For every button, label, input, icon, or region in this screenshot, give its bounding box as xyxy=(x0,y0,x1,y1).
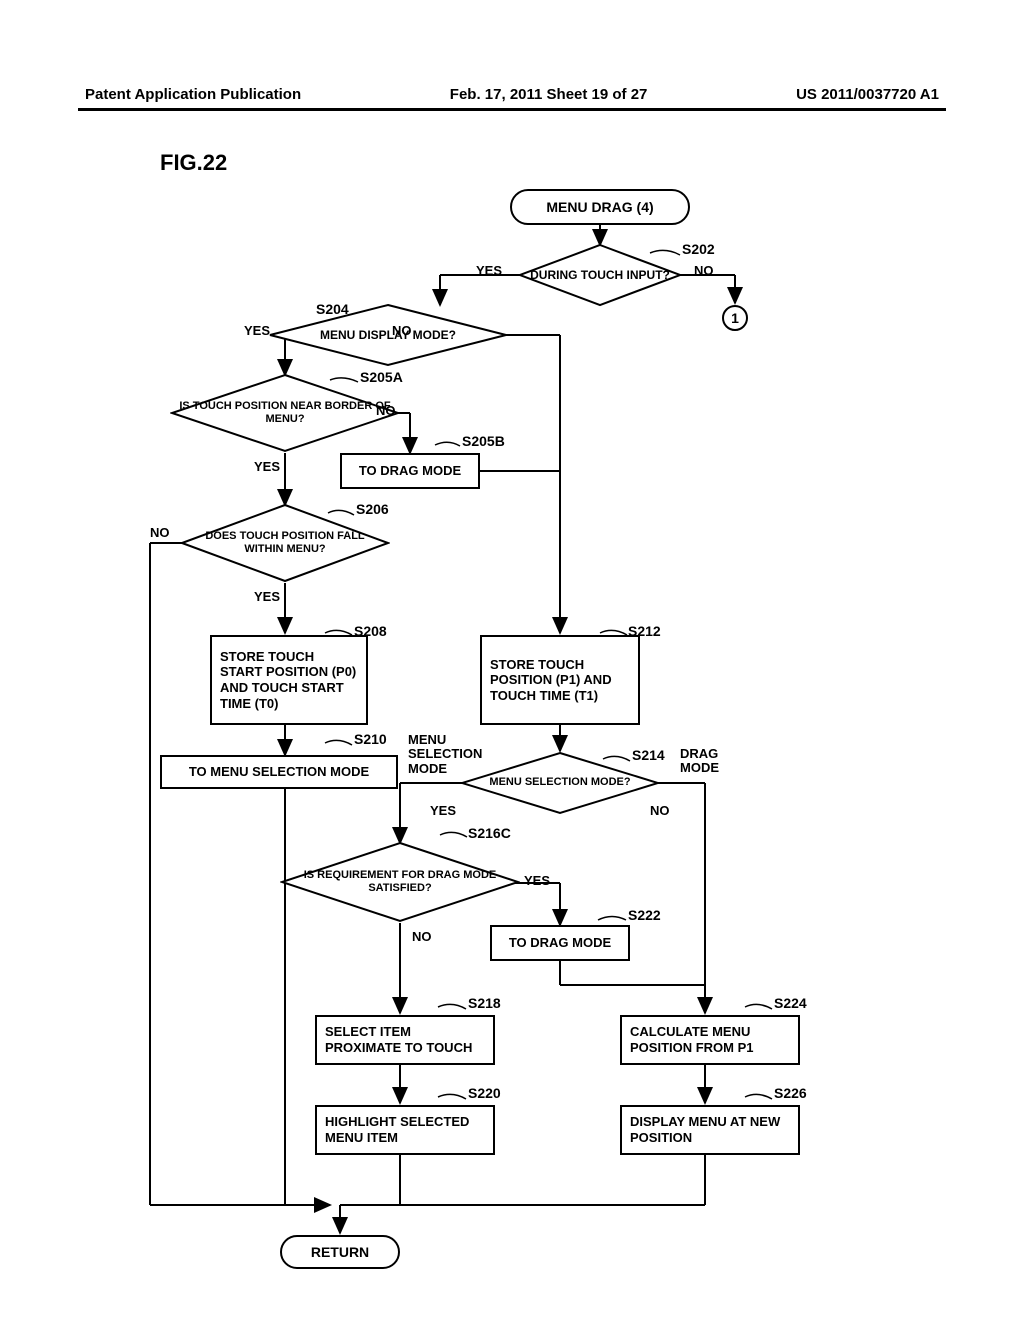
decision-s214-text: MENU SELECTION MODE? xyxy=(481,776,638,789)
step-label-s202: S202 xyxy=(682,241,715,257)
step-label-s226: S226 xyxy=(774,1085,807,1101)
label-yes: YES xyxy=(254,459,280,474)
branch-label-menu-selection: MENU SELECTION MODE xyxy=(408,733,488,776)
process-s208: STORE TOUCH START POSITION (P0) AND TOUC… xyxy=(210,635,368,725)
flowchart-diagram: MENU DRAG (4) DURING TOUCH INPUT? YES NO… xyxy=(140,185,890,1275)
process-s220: HIGHLIGHT SELECTED MENU ITEM xyxy=(315,1105,495,1155)
label-no: NO xyxy=(412,929,432,944)
label-yes: YES xyxy=(476,263,502,278)
step-label-s216c: S216C xyxy=(468,825,511,841)
process-s224: CALCULATE MENU POSITION FROM P1 xyxy=(620,1015,800,1065)
step-label-s205a: S205A xyxy=(360,369,403,385)
header-rule xyxy=(78,108,946,111)
header-left: Patent Application Publication xyxy=(85,86,301,103)
process-s218: SELECT ITEM PROXIMATE TO TOUCH xyxy=(315,1015,495,1065)
terminal-return: RETURN xyxy=(280,1235,400,1269)
label-yes: YES xyxy=(430,803,456,818)
step-label-s204: S204 xyxy=(316,301,349,317)
decision-s202-text: DURING TOUCH INPUT? xyxy=(522,268,678,282)
step-label-s205b: S205B xyxy=(462,433,505,449)
process-s222: TO DRAG MODE xyxy=(490,925,630,961)
step-label-s222: S222 xyxy=(628,907,661,923)
connector-1: 1 xyxy=(722,305,748,331)
decision-s214: MENU SELECTION MODE? xyxy=(460,751,660,815)
decision-s205a: IS TOUCH POSITION NEAR BORDER OF MENU? xyxy=(170,373,400,453)
terminal-start: MENU DRAG (4) xyxy=(510,189,690,225)
step-label-s212: S212 xyxy=(628,623,661,639)
label-no: NO xyxy=(650,803,670,818)
label-yes: YES xyxy=(524,873,550,888)
process-s212: STORE TOUCH POSITION (P1) AND TOUCH TIME… xyxy=(480,635,640,725)
decision-s204: MENU DISPLAY MODE? xyxy=(268,303,508,367)
decision-s205a-text: IS TOUCH POSITION NEAR BORDER OF MENU? xyxy=(170,400,400,426)
label-no: NO xyxy=(694,263,714,278)
decision-s216c-text: IS REQUIREMENT FOR DRAG MODE SATISFIED? xyxy=(280,869,520,895)
step-label-s220: S220 xyxy=(468,1085,501,1101)
label-no: NO xyxy=(150,525,170,540)
step-label-s218: S218 xyxy=(468,995,501,1011)
decision-s204-text: MENU DISPLAY MODE? xyxy=(312,328,464,342)
label-yes: YES xyxy=(244,323,270,338)
process-s205b: TO DRAG MODE xyxy=(340,453,480,489)
decision-s202: DURING TOUCH INPUT? xyxy=(518,243,682,307)
step-label-s210: S210 xyxy=(354,731,387,747)
page: Patent Application Publication Feb. 17, … xyxy=(0,0,1024,1320)
step-label-s206: S206 xyxy=(356,501,389,517)
decision-s216c: IS REQUIREMENT FOR DRAG MODE SATISFIED? xyxy=(280,841,520,923)
label-yes: YES xyxy=(254,589,280,604)
step-label-s214: S214 xyxy=(632,747,665,763)
page-header: Patent Application Publication Feb. 17, … xyxy=(85,86,939,103)
process-s210: TO MENU SELECTION MODE xyxy=(160,755,398,789)
process-s226: DISPLAY MENU AT NEW POSITION xyxy=(620,1105,800,1155)
decision-s206-text: DOES TOUCH POSITION FALL WITHIN MENU? xyxy=(180,530,390,556)
header-center: Feb. 17, 2011 Sheet 19 of 27 xyxy=(450,86,648,103)
header-right: US 2011/0037720 A1 xyxy=(796,86,939,103)
branch-label-drag-mode: DRAG MODE xyxy=(680,747,740,776)
step-label-s224: S224 xyxy=(774,995,807,1011)
figure-label: FIG.22 xyxy=(160,150,227,176)
step-label-s208: S208 xyxy=(354,623,387,639)
